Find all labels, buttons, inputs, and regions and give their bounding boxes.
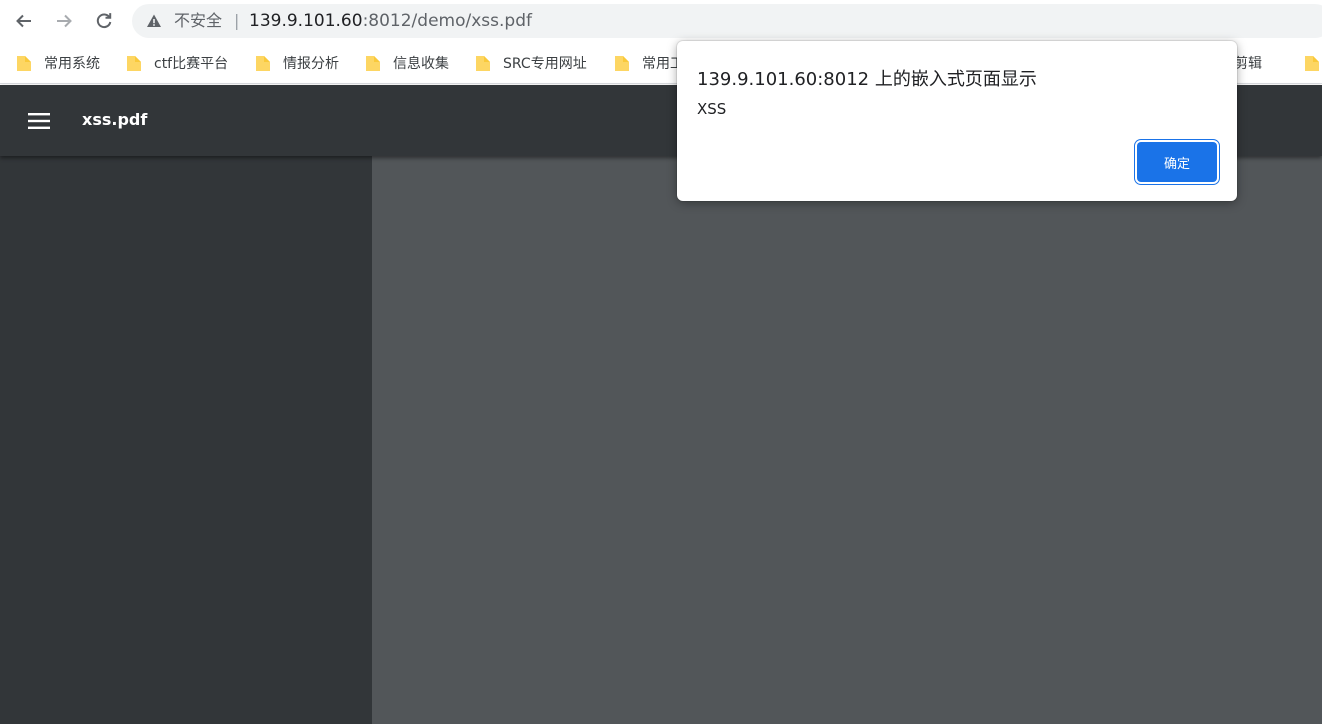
address-separator: | [234,11,240,30]
arrow-right-icon [57,14,72,28]
hamburger-menu-icon [28,113,50,129]
folder-icon [256,56,270,71]
url-host: 139.9.101.60 [249,11,363,31]
bookmark-folder[interactable]: 信息收集 [365,52,449,74]
bookmark-folder[interactable]: ctf比赛平台 [126,52,228,74]
forward-button[interactable] [48,5,80,37]
reload-button[interactable] [88,5,120,37]
bookmark-label: ctf比赛平台 [154,56,229,72]
bookmark-folder[interactable]: 常用工 [614,52,684,74]
folder-icon [17,56,31,71]
security-status[interactable]: 不安全 [174,12,222,30]
url-text[interactable]: 139.9.101.60:8012/demo/xss.pdf [249,12,532,30]
reload-icon [96,13,112,29]
bookmark-label: SRC专用网址 [503,56,587,72]
folder-icon [615,56,629,71]
folder-icon [1305,56,1319,71]
bookmark-label: 信息收集 [393,56,449,72]
sidebar-toggle-button[interactable] [24,107,54,135]
bookmark-folder[interactable]: SRC专用网址 [475,52,587,74]
bookmark-folder[interactable]: 常用系统 [16,52,100,74]
bookmark-folder[interactable] [1304,52,1322,74]
pdf-title: xss.pdf [82,110,148,129]
dialog-message: XSS [697,100,727,118]
alert-dialog: 139.9.101.60:8012 上的嵌入式页面显示 XSS 确定 [677,41,1237,201]
url-path: :8012/demo/xss.pdf [362,11,532,31]
browser-toolbar: 不安全 | 139.9.101.60:8012/demo/xss.pdf [0,0,1322,42]
folder-icon [127,56,141,71]
pdf-content-area[interactable] [372,156,1322,724]
back-button[interactable] [8,5,40,37]
pdf-thumbnail-sidebar[interactable] [0,156,372,724]
folder-icon [476,56,490,71]
warning-icon [147,14,161,27]
dialog-title: 139.9.101.60:8012 上的嵌入式页面显示 [697,69,1037,90]
folder-icon [366,56,380,71]
bookmark-label: 情报分析 [283,56,339,72]
arrow-left-icon [16,14,31,28]
address-bar[interactable]: 不安全 | 139.9.101.60:8012/demo/xss.pdf [132,4,1322,38]
bookmark-label: 常用系统 [44,56,100,72]
ok-button[interactable]: 确定 [1137,142,1217,182]
browser-window: 不安全 | 139.9.101.60:8012/demo/xss.pdf 常用系… [0,0,1322,724]
bookmark-folder[interactable]: 情报分析 [255,52,339,74]
